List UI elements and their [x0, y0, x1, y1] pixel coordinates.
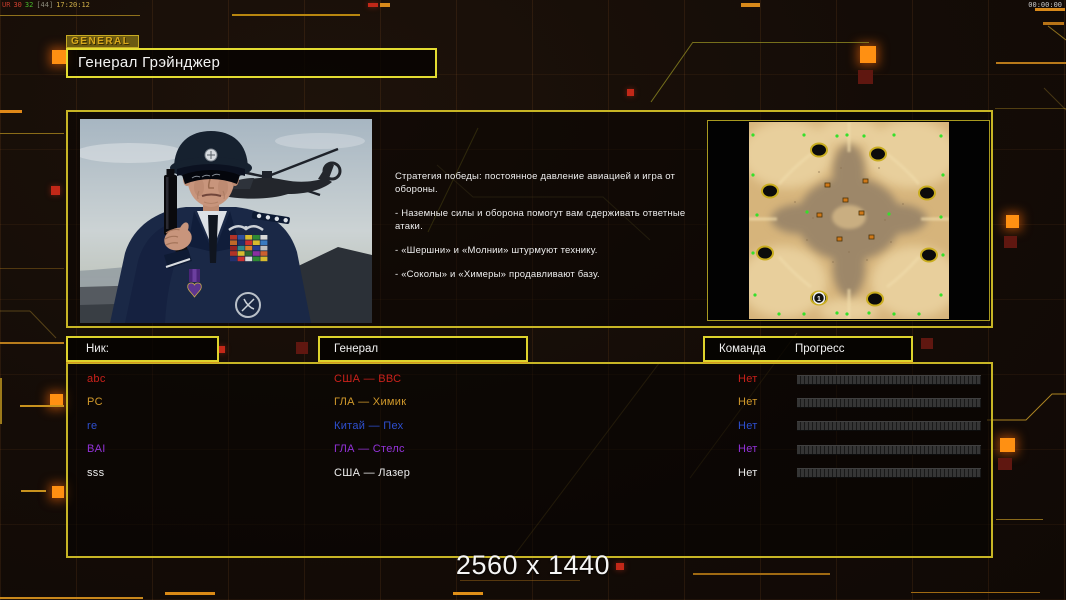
- decor-dash: [1043, 22, 1064, 25]
- nick-header-label: Ник:: [86, 343, 109, 355]
- player-nick: PC: [87, 391, 103, 414]
- decor-line: [911, 592, 1040, 593]
- page-title: Генерал Грэйнджер: [78, 54, 220, 71]
- service-ribbons: [230, 235, 267, 261]
- decor-line: [0, 342, 64, 344]
- decor-line: [165, 592, 215, 595]
- general-portrait-image: [80, 119, 372, 323]
- decor-line: [0, 133, 64, 134]
- decor-line: [0, 268, 64, 269]
- decor-square: [1000, 438, 1015, 452]
- table-row: PC ГЛА — Химик Нет: [68, 391, 991, 414]
- decor-line: [693, 573, 830, 575]
- decor-dash: [741, 3, 760, 7]
- strategy-line: - Наземные силы и оборона помогут вам сд…: [395, 207, 701, 233]
- player-progress-bar: [797, 445, 981, 455]
- decor-line: [453, 592, 483, 595]
- map-preview-box: 1: [707, 120, 990, 321]
- nick-column-header: Ник:: [66, 336, 219, 362]
- decor-square: [921, 338, 933, 349]
- decor-line: [232, 14, 360, 16]
- strategy-line: - «Шершни» и «Молнии» штурмуют технику.: [395, 244, 701, 257]
- player-team: Нет: [738, 391, 758, 414]
- decor-square: [627, 89, 634, 96]
- debug-readout: UR30 32[44]17:20:12: [2, 1, 93, 9]
- player-rows: abc США — ВВС Нет PC ГЛА — Химик Нет re …: [68, 368, 991, 485]
- start-position-marker: 1: [813, 293, 824, 304]
- svg-text:1: 1: [817, 296, 821, 303]
- general-column-header: Генерал: [318, 336, 528, 362]
- decor-line: [20, 405, 64, 407]
- table-row: re Китай — Пех Нет: [68, 415, 991, 438]
- player-team: Нет: [738, 368, 758, 391]
- player-general: Китай — Пех: [334, 415, 403, 438]
- resolution-overlay: 2560 x 1440: [456, 550, 610, 581]
- player-general: ГЛА — Химик: [334, 391, 406, 414]
- general-info-panel: Стратегия победы: постоянное давление ав…: [66, 110, 993, 328]
- general-portrait: [80, 119, 372, 323]
- decor-line: [996, 62, 1066, 64]
- progress-header-label: Прогресс: [795, 338, 845, 360]
- map-preview: 1: [749, 122, 949, 319]
- strategy-line: - «Соколы» и «Химеры» продавливают базу.: [395, 268, 701, 281]
- team-progress-column-header: Команда Прогресс: [703, 336, 913, 362]
- table-row: BAI ГЛА — Стелс Нет: [68, 438, 991, 461]
- game-clock: 00:00:00: [1028, 1, 1062, 9]
- strategy-text: Стратегия победы: постоянное давление ав…: [395, 170, 701, 292]
- decor-dash: [368, 3, 378, 7]
- player-general: США — Лазер: [334, 462, 410, 485]
- player-progress-bar: [797, 398, 981, 408]
- decor-line: [0, 110, 22, 113]
- player-progress-bar: [797, 468, 981, 478]
- decor-square: [52, 486, 64, 498]
- debug-metric-d: [44]: [36, 1, 53, 9]
- decor-square: [1006, 215, 1019, 228]
- player-progress-bar: [797, 421, 981, 431]
- decor-square: [51, 186, 60, 195]
- decor-square: [998, 458, 1012, 470]
- general-tab-label: GENERAL: [66, 35, 139, 48]
- decor-square: [1004, 236, 1017, 248]
- player-progress-bar: [797, 375, 981, 385]
- decor-line: [0, 15, 140, 16]
- decor-square: [860, 46, 876, 63]
- debug-metric-c: 32: [25, 1, 33, 9]
- decor-line: [996, 519, 1043, 520]
- decor-square: [52, 50, 66, 64]
- player-team: Нет: [738, 462, 758, 485]
- player-nick: sss: [87, 462, 104, 485]
- decor-square: [858, 70, 873, 84]
- player-general: ГЛА — Стелс: [334, 438, 405, 461]
- player-nick: abc: [87, 368, 106, 391]
- team-header-label: Команда: [719, 343, 766, 355]
- table-row: sss США — Лазер Нет: [68, 462, 991, 485]
- player-general: США — ВВС: [334, 368, 401, 391]
- debug-metric-b: 30: [13, 1, 21, 9]
- decor-line: [0, 597, 143, 599]
- decor-square: [296, 342, 308, 354]
- strategy-line: Стратегия победы: постоянное давление ав…: [395, 170, 701, 196]
- general-title-box: Генерал Грэйнджер: [66, 48, 437, 78]
- player-team: Нет: [738, 438, 758, 461]
- player-nick: BAI: [87, 438, 106, 461]
- decor-line: [995, 108, 1066, 109]
- table-row: abc США — ВВС Нет: [68, 368, 991, 391]
- player-nick: re: [87, 415, 97, 438]
- decor-dash: [380, 3, 390, 7]
- decor-line: [0, 378, 2, 424]
- decor-square: [616, 563, 624, 570]
- player-table-panel: abc США — ВВС Нет PC ГЛА — Химик Нет re …: [66, 362, 993, 558]
- debug-metric-a: UR: [2, 1, 10, 9]
- decor-square: [218, 346, 225, 353]
- decor-line: [693, 42, 869, 43]
- player-team: Нет: [738, 415, 758, 438]
- decor-line: [21, 490, 46, 492]
- debug-time: 17:20:12: [56, 1, 90, 9]
- general-header-label: Генерал: [334, 343, 378, 355]
